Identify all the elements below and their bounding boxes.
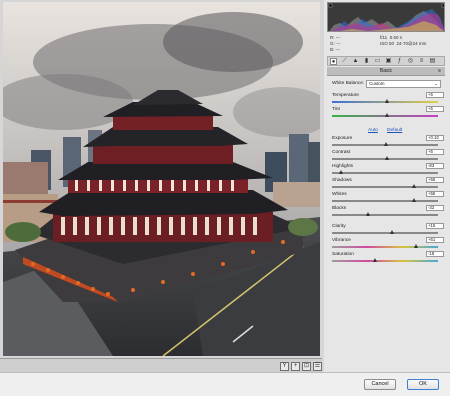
clarity-value-field[interactable]: +15 [426,223,444,229]
r-label: R: [330,35,335,40]
clarity-label: Clarity [332,224,346,229]
shadows-slider-track[interactable] [332,186,438,188]
before-after-view-icon[interactable]: Y [280,362,289,371]
default-link[interactable]: Default [387,128,402,133]
saturation-slider-thumb[interactable] [372,258,377,262]
vibrance-slider-track[interactable] [332,246,438,248]
exposure-slider-thumb[interactable] [383,142,388,146]
contrast-row: Contrast +5 [332,149,444,163]
camera-info: R: --- G: --- B: --- f/11 0.50 s ISO 50 … [330,35,445,53]
clarity-slider-thumb[interactable] [390,230,395,234]
contrast-slider-thumb[interactable] [384,156,389,160]
auto-link[interactable]: Auto [368,128,378,133]
b-value: --- [335,47,341,52]
vibrance-row: Vibrance +61 [332,237,444,251]
aperture-value: f/11 [380,35,388,40]
temperature-row: Temperature +5 [332,92,444,106]
saturation-slider-track[interactable] [332,260,438,262]
copy-settings-icon[interactable]: ⊡ [302,362,311,371]
highlights-row: Highlights -83 [332,163,444,177]
contrast-value-field[interactable]: +5 [426,149,444,155]
tab-split-toning-icon[interactable]: ▭ [374,58,381,65]
panel-menu-icon[interactable]: ≡ [438,67,441,76]
whites-row: Whites +55 [332,191,444,205]
highlights-value-field[interactable]: -83 [426,163,444,169]
lens-value: 24-70@24 mm [396,41,427,46]
blacks-slider-thumb[interactable] [365,212,370,216]
image-preview[interactable] [3,2,320,356]
white-balance-select[interactable]: Custom ⌄ [366,80,441,88]
exposure-value-field[interactable]: +0.10 [426,135,444,141]
shadows-row: Shadows +56 [332,177,444,191]
clarity-slider-track[interactable] [332,232,438,234]
section-header: Basic ≡ [327,67,445,76]
vibrance-slider-thumb[interactable] [414,244,419,248]
b-label: B: [330,47,335,52]
tab-snapshots-icon[interactable]: ▤ [429,58,436,65]
white-balance-value: Custom [369,81,385,86]
g-value: --- [336,41,341,46]
highlights-label: Highlights [332,164,354,169]
tab-effects-icon[interactable]: ƒ [396,58,403,65]
vibrance-label: Vibrance [332,238,351,243]
highlights-slider-track[interactable] [332,172,438,174]
blacks-slider-track[interactable] [332,214,438,216]
cancel-button[interactable]: Cancel [364,379,396,390]
temperature-slider-thumb[interactable] [384,99,389,103]
tab-presets-icon[interactable]: ≡ [418,58,425,65]
tint-label: Tint [332,107,340,112]
g-label: G: [330,41,335,46]
whites-label: Whites [332,192,347,197]
histogram [327,2,445,32]
temple-photo [3,2,320,356]
shutter-value: 0.50 s [389,35,402,40]
whites-slider-thumb[interactable] [411,198,416,202]
tint-value-field[interactable]: +5 [426,106,444,112]
tab-tone-curve-icon[interactable]: ⟋ [341,58,348,65]
preview-toolbar: Y + ⊡ ☰ [0,358,322,372]
whites-slider-track[interactable] [332,200,438,202]
temperature-value-field[interactable]: +5 [426,92,444,98]
tab-lens-icon[interactable]: ▣ [385,58,392,65]
white-balance-row: White Balance: Custom ⌄ [332,80,444,88]
tint-row: Tint +5 [332,106,444,120]
r-value: --- [335,35,341,40]
temperature-label: Temperature [332,93,359,98]
blacks-value-field[interactable]: -32 [426,205,444,211]
saturation-row: Saturation -18 [332,251,444,265]
exposure-row: Exposure +0.10 [332,135,444,149]
contrast-label: Contrast [332,150,351,155]
panel-tabs: ● ⟋ ▲ ▮ ▭ ▣ ƒ ◎ ≡ ▤ [327,56,445,66]
blacks-label: Blacks [332,206,347,211]
whites-value-field[interactable]: +55 [426,191,444,197]
vibrance-value-field[interactable]: +61 [426,237,444,243]
shadows-label: Shadows [332,178,352,183]
highlights-slider-thumb[interactable] [338,170,343,174]
shadows-slider-thumb[interactable] [412,184,417,188]
exposure-label: Exposure [332,136,353,141]
chevron-down-icon: ⌄ [434,81,438,86]
tab-hsl-icon[interactable]: ▮ [363,58,370,65]
ok-button[interactable]: OK [407,379,439,390]
white-balance-label: White Balance: [332,81,365,86]
tab-camera-calibration-icon[interactable]: ◎ [407,58,414,65]
saturation-value-field[interactable]: -18 [426,251,444,257]
tab-basic-icon[interactable]: ● [330,58,337,65]
toggle-view-icon[interactable]: ☰ [313,362,322,371]
saturation-label: Saturation [332,252,354,257]
blacks-row: Blacks -32 [332,205,444,219]
shadows-value-field[interactable]: +56 [426,177,444,183]
tint-slider-thumb[interactable] [384,113,389,117]
iso-value: ISO 50 [380,41,395,46]
tab-detail-icon[interactable]: ▲ [352,58,359,65]
dialog-footer: Cancel OK [0,372,450,396]
clarity-row: Clarity +15 [332,223,444,237]
section-title: Basic [379,68,393,74]
swap-settings-icon[interactable]: + [291,362,300,371]
adjustments-panel: R: --- G: --- B: --- f/11 0.50 s ISO 50 … [324,0,450,372]
